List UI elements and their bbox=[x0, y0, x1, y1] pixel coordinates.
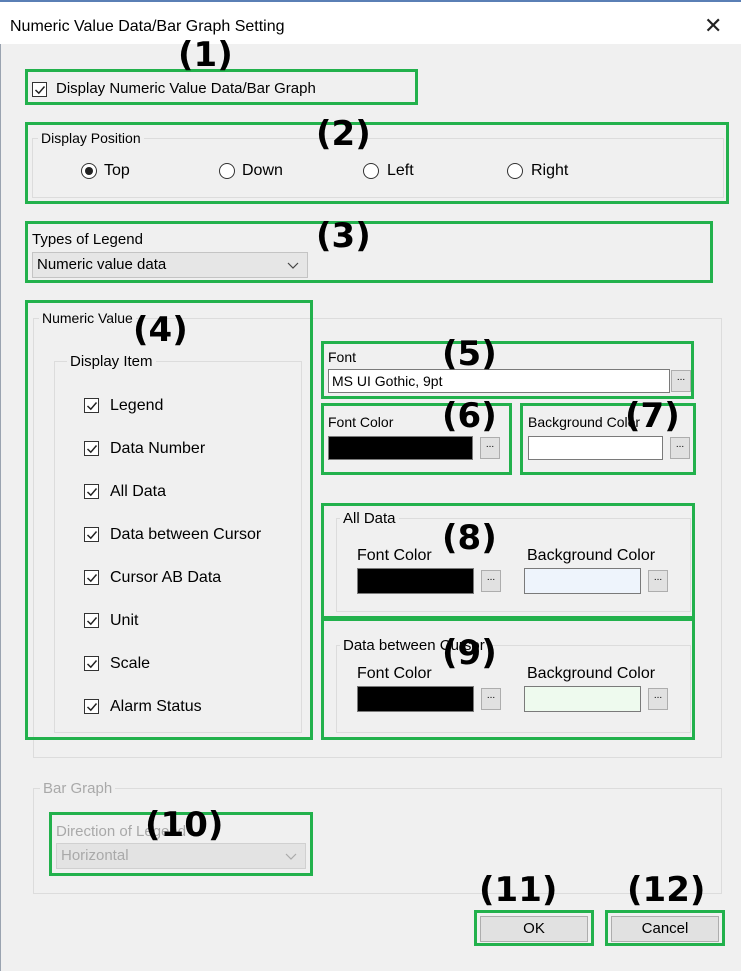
close-icon[interactable]: ✕ bbox=[704, 14, 722, 38]
annotation-4: (4) bbox=[133, 310, 188, 350]
highlight-12 bbox=[605, 910, 725, 946]
annotation-1: (1) bbox=[178, 35, 233, 75]
annotation-10: (10) bbox=[145, 805, 224, 845]
dialog-title: Numeric Value Data/Bar Graph Setting bbox=[10, 18, 285, 35]
annotation-7: (7) bbox=[625, 396, 680, 436]
annotation-5: (5) bbox=[442, 334, 497, 374]
highlight-11 bbox=[474, 910, 594, 946]
annotation-12: (12) bbox=[627, 870, 706, 910]
annotation-9: (9) bbox=[442, 633, 497, 673]
highlight-9 bbox=[321, 618, 695, 740]
annotation-11: (11) bbox=[479, 870, 558, 910]
highlight-5 bbox=[321, 341, 694, 399]
annotation-3: (3) bbox=[316, 216, 371, 256]
highlight-8 bbox=[321, 503, 695, 619]
annotation-6: (6) bbox=[442, 396, 497, 436]
highlight-4 bbox=[25, 300, 313, 740]
highlight-2 bbox=[25, 122, 729, 204]
annotation-2: (2) bbox=[316, 114, 371, 154]
window-top-border bbox=[0, 0, 741, 2]
bar-graph-label: Bar Graph bbox=[40, 780, 116, 797]
annotation-8: (8) bbox=[442, 518, 497, 558]
